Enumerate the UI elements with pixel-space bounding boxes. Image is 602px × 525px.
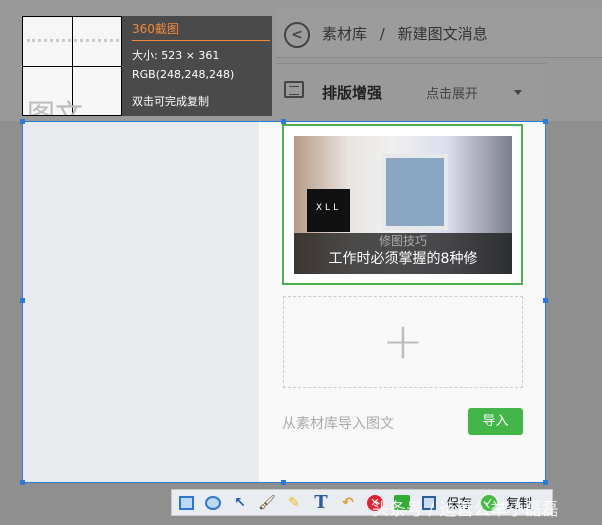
resize-handle[interactable] [281,480,286,485]
arrow-tool-icon[interactable]: ↖ [230,494,250,512]
import-label: 从素材库导入图文 [282,416,394,432]
article-caption: 修图技巧 工作时必须掌握的8种修 [294,233,512,274]
breadcrumb-library[interactable]: 素材库 [322,25,367,43]
article-title: 工作时必须掌握的8种修 [328,251,478,267]
back-arrow-icon[interactable]: < [284,22,310,48]
breadcrumb-separator: / [379,25,385,43]
resize-handle[interactable] [543,480,548,485]
app-name: 360截图 [132,20,270,41]
resize-handle[interactable] [20,298,25,303]
resize-handle[interactable] [543,298,548,303]
chevron-down-icon[interactable] [514,90,522,99]
magnifier-tooltip: 图文 360截图 大小: 523 × 361 RGB(248,248,248) … [22,16,272,116]
layout-enhance-title: 排版增强 [322,84,383,102]
expand-link[interactable]: 点击展开 [426,83,478,102]
text-tool-icon[interactable]: T [311,492,331,513]
breadcrumb: 素材库 / 新建图文消息 [322,23,496,44]
pixel-rgb: RGB(248,248,248) [132,68,235,81]
highlighter-tool-icon[interactable]: ✎ [284,494,304,512]
rectangle-tool-icon[interactable] [176,494,196,512]
layout-enhance-bar [276,63,546,119]
add-article-button[interactable]: + [283,296,523,388]
undo-icon[interactable]: ↶ [338,494,358,512]
breadcrumb-current: 新建图文消息 [397,25,488,43]
brand-logo: XLL [307,189,350,232]
selection-size: 大小: 523 × 361 [132,49,220,62]
copy-hint: 双击可完成复制 [132,95,209,108]
left-panel [23,122,259,482]
resize-handle[interactable] [281,119,286,124]
resize-handle[interactable] [20,480,25,485]
brush-tool-icon[interactable]: 🖌 [257,494,277,512]
monitor-graphic [382,154,448,230]
capture-selection[interactable]: XLL 修图技巧 工作时必须掌握的8种修 + 从素材库导入图文 导入 [22,121,546,483]
resize-handle[interactable] [543,119,548,124]
article-category: 修图技巧 [378,234,427,248]
article-card[interactable]: XLL 修图技巧 工作时必须掌握的8种修 [282,124,523,285]
magnifier-preview: 图文 [22,16,122,116]
watermark: 头条号 / 运营公举小磊磊 [372,500,559,520]
resize-handle[interactable] [20,119,25,124]
preview-text: 图文 [27,98,84,116]
article-cover-image: XLL 修图技巧 工作时必须掌握的8种修 [294,136,512,274]
ellipse-tool-icon[interactable] [203,494,223,512]
import-button[interactable]: 导入 [468,408,523,435]
list-icon [284,81,304,98]
